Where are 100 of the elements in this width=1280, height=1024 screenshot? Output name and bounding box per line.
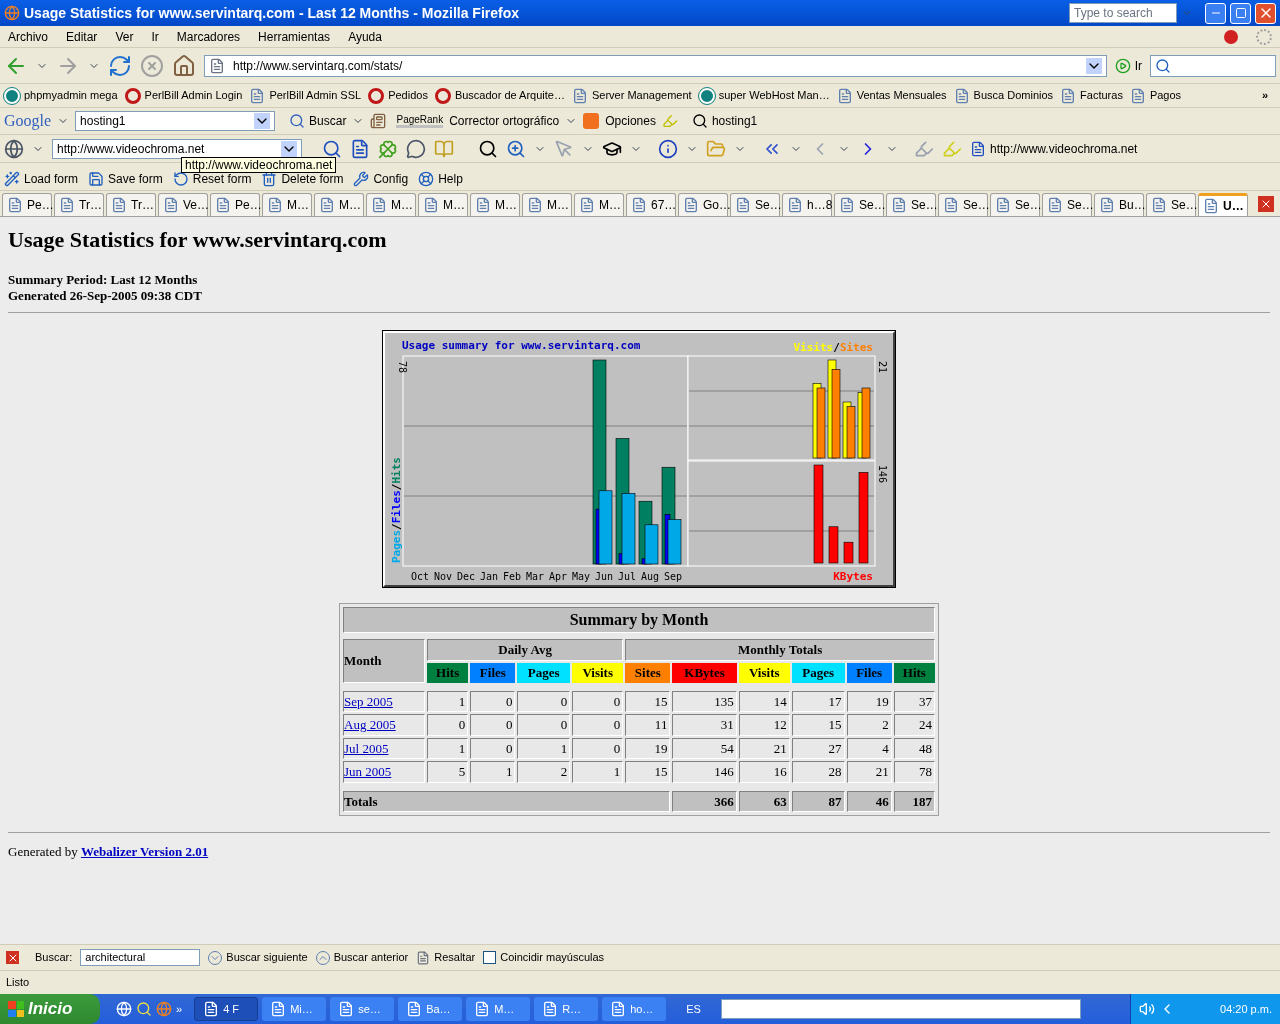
language-indicator[interactable]: ES — [686, 1000, 701, 1018]
bookmark-item[interactable]: phpmyadmin mega — [4, 87, 118, 104]
bookmark-item[interactable]: PerlBill Admin Login — [124, 87, 243, 104]
form-toolbar-button[interactable]: Help — [418, 171, 463, 187]
menu-item[interactable]: Marcadores — [176, 27, 241, 46]
maximize-button[interactable] — [1230, 2, 1251, 24]
browser-tab[interactable]: M… — [314, 193, 364, 216]
speaker-icon[interactable] — [1139, 1001, 1155, 1017]
spell-check-button[interactable]: Corrector ortográfico — [449, 112, 560, 130]
form-toolbar-button[interactable]: Config — [353, 171, 409, 187]
browser-tab[interactable]: Se… — [1146, 193, 1196, 216]
speech-bubble-icon[interactable] — [406, 138, 426, 159]
zoom-in-icon[interactable] — [506, 138, 526, 159]
find-previous-button[interactable]: Buscar anterior — [315, 949, 409, 966]
browser-tab[interactable]: Pe… — [210, 193, 260, 216]
browser-tab[interactable]: M… — [418, 193, 468, 216]
saved-search-button[interactable]: hosting1 — [691, 112, 758, 130]
close-button[interactable] — [1255, 2, 1276, 24]
go-button[interactable]: Ir — [1114, 56, 1142, 75]
taskbar-item[interactable]: 4 F — [194, 997, 259, 1021]
browser-tab[interactable]: Se… — [990, 193, 1040, 216]
browser-tab[interactable]: h…8 — [782, 193, 832, 216]
menu-item[interactable]: Ver — [115, 27, 134, 46]
news-icon[interactable] — [370, 113, 387, 129]
browser-tab[interactable]: M… — [470, 193, 520, 216]
stop-icon[interactable] — [140, 53, 164, 78]
page-link[interactable]: http://www.videochroma.net — [970, 139, 1138, 158]
form-toolbar-button[interactable]: Save form — [88, 171, 163, 187]
close-find-button[interactable] — [6, 951, 19, 964]
google-search-field[interactable]: hosting1 — [75, 111, 276, 131]
browser-icon[interactable] — [116, 1001, 132, 1017]
url-field[interactable]: http://www.videochroma.net — [52, 138, 302, 159]
folder-icon[interactable] — [706, 138, 726, 159]
search-button[interactable]: Buscar — [289, 112, 347, 130]
browser-tab[interactable]: M… — [574, 193, 624, 216]
address-field[interactable]: http://www.servintarq.com/stats/ — [204, 54, 1107, 77]
google-logo[interactable]: Google — [4, 109, 52, 133]
browser-tab[interactable]: M… — [522, 193, 572, 216]
reload-icon[interactable] — [108, 53, 132, 78]
book-icon[interactable] — [434, 138, 454, 159]
web-search-field[interactable] — [1150, 54, 1276, 77]
browser-tab[interactable]: Go… — [678, 193, 728, 216]
browser-tab[interactable]: Se… — [938, 193, 988, 216]
taskbar-item[interactable]: R… — [534, 997, 599, 1021]
menu-item[interactable]: Ir — [151, 27, 159, 46]
magnifier-icon[interactable] — [478, 138, 498, 159]
minimize-button[interactable] — [1205, 2, 1226, 24]
document-search-icon[interactable] — [350, 138, 370, 159]
browser-tab[interactable]: Bu… — [1094, 193, 1144, 216]
webalizer-link[interactable]: Webalizer Version 2.01 — [80, 844, 209, 859]
browser-tab[interactable]: Ve… — [158, 193, 208, 216]
form-toolbar-button[interactable]: Delete form — [261, 171, 344, 187]
info-icon[interactable] — [658, 138, 678, 159]
taskbar-item[interactable]: Mi… — [262, 997, 327, 1021]
home-icon[interactable] — [172, 53, 196, 78]
dropdown-icon[interactable] — [1085, 57, 1102, 74]
menu-item[interactable]: Herramientas — [258, 27, 331, 46]
menu-item[interactable]: Archivo — [8, 27, 48, 46]
highlighter-icon[interactable] — [661, 113, 678, 129]
find-next-button[interactable]: Buscar siguiente — [208, 949, 308, 966]
pointer-icon[interactable] — [554, 138, 574, 159]
browser-tab[interactable]: M… — [366, 193, 416, 216]
browser-tab[interactable]: Tr… — [106, 193, 156, 216]
menu-item[interactable]: Editar — [66, 27, 98, 46]
form-toolbar-button[interactable]: Reset form — [172, 171, 252, 187]
more-bookmarks[interactable]: » — [1261, 87, 1276, 104]
taskbar-item[interactable]: ho… — [602, 997, 667, 1021]
find-field[interactable]: architectural — [80, 949, 201, 966]
menu-item[interactable]: Ayuda — [348, 27, 382, 46]
close-tab-button[interactable] — [1258, 196, 1274, 212]
desktop-search-field[interactable] — [720, 999, 1081, 1019]
match-case-checkbox[interactable]: Coincidir mayúsculas — [483, 949, 605, 966]
browser-tab[interactable]: M… — [262, 193, 312, 216]
bookmark-item[interactable]: Ventas Mensuales — [836, 87, 947, 104]
bookmark-item[interactable]: Busca Dominios — [953, 87, 1054, 104]
search-icon[interactable] — [322, 138, 342, 159]
bookmark-item[interactable]: PerlBill Admin SSL — [249, 87, 362, 104]
dropdown-icon[interactable] — [254, 113, 271, 129]
search-field[interactable]: Type to search — [1069, 3, 1177, 23]
blogger-icon[interactable] — [583, 113, 600, 129]
pen-icon[interactable] — [914, 138, 934, 159]
bookmark-item[interactable]: Pedidos — [368, 87, 428, 104]
bookmark-item[interactable]: Buscador de Arquite… — [434, 87, 565, 104]
highlight-button[interactable]: Resaltar — [416, 949, 476, 966]
bookmark-item[interactable]: Facturas — [1060, 87, 1123, 104]
browser-tab[interactable]: Tr… — [54, 193, 104, 216]
options-button[interactable]: Opciones — [605, 112, 656, 130]
browser-tab[interactable]: Se… — [834, 193, 884, 216]
taskbar-item[interactable]: M… — [466, 997, 531, 1021]
browser-tab[interactable]: U… — [1198, 193, 1248, 216]
bookmark-item[interactable]: super WebHost Man… — [698, 87, 830, 104]
start-button[interactable]: Inicio — [0, 994, 100, 1024]
dropdown-icon[interactable] — [281, 140, 297, 157]
more-quick-launch[interactable]: » — [176, 1000, 183, 1018]
bookmark-item[interactable]: Server Management — [571, 87, 692, 104]
taskbar-item[interactable]: Ba… — [398, 997, 463, 1021]
browser-tab[interactable]: Se… — [886, 193, 936, 216]
browser-tab[interactable]: Se… — [1042, 193, 1092, 216]
form-toolbar-button[interactable]: Load form — [4, 171, 79, 187]
globe-icon[interactable] — [4, 138, 24, 159]
